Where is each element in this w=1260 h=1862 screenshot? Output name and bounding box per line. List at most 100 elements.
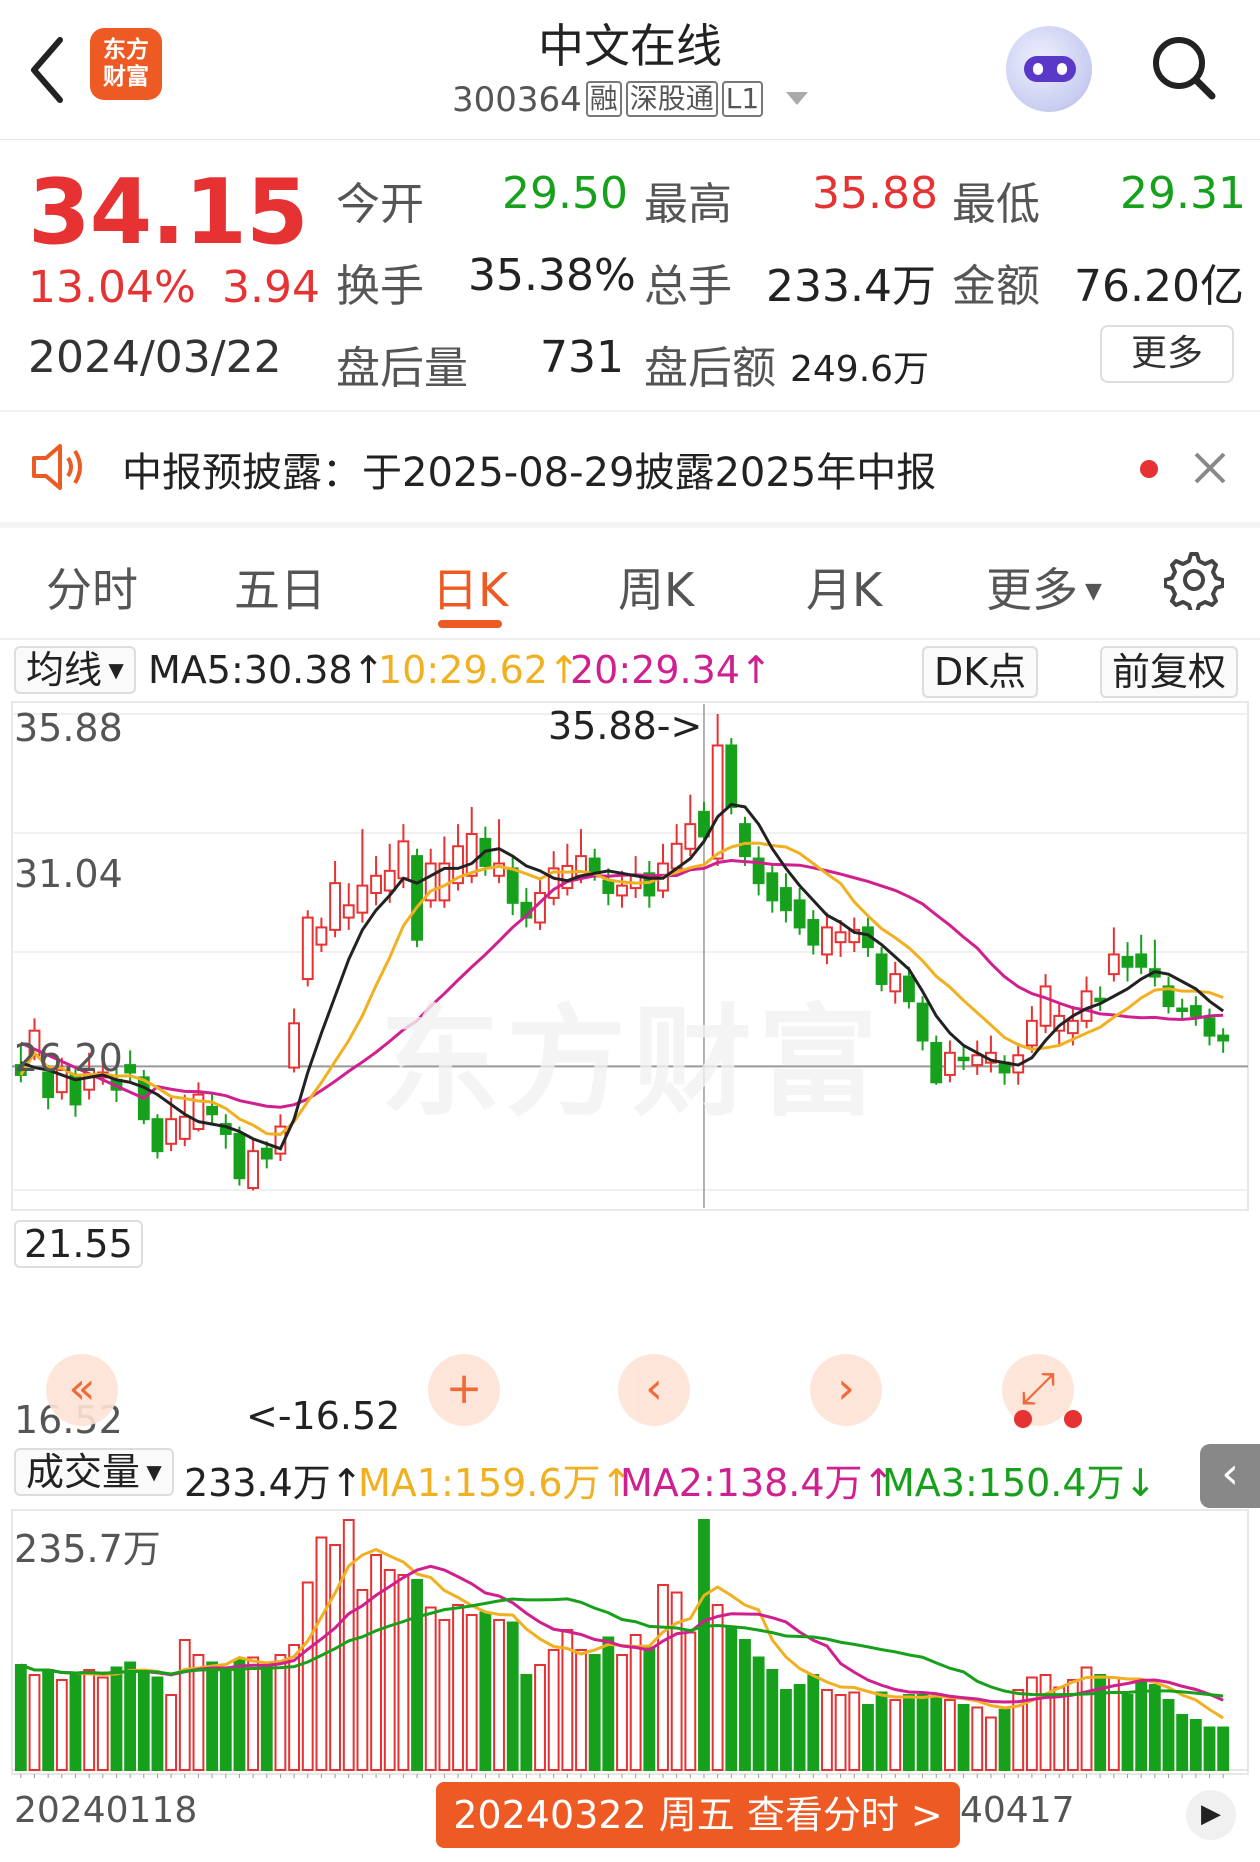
- candle-up: [165, 1118, 178, 1145]
- close-icon[interactable]: [1192, 450, 1228, 486]
- candle-down: [206, 1105, 219, 1116]
- candle-up: [1066, 1019, 1079, 1035]
- after-volume-value: 731: [540, 332, 624, 383]
- volume-bar-down: [602, 1636, 615, 1771]
- caret-down-icon: ▼: [1078, 579, 1102, 604]
- volume-bar-down: [903, 1694, 915, 1771]
- volume-bar-down: [506, 1621, 519, 1771]
- volume-bar-up: [943, 1699, 956, 1771]
- tab-monthly-k[interactable]: 月K: [806, 554, 882, 620]
- robot-assistant-icon[interactable]: [1006, 26, 1092, 112]
- candle-down: [903, 975, 915, 1003]
- tab-daily-k[interactable]: 日K: [432, 554, 508, 620]
- volume-bar-up: [192, 1654, 205, 1771]
- y-label-max: 35.88: [14, 706, 123, 750]
- zoom-in-icon[interactable]: +: [428, 1354, 500, 1426]
- volume-bar-down: [479, 1611, 492, 1771]
- volume-bar-down: [862, 1704, 874, 1771]
- tab-five-day[interactable]: 五日: [234, 554, 326, 620]
- volume-bar-down: [1189, 1719, 1202, 1771]
- volume-bar-up: [397, 1574, 410, 1771]
- candle-up: [247, 1150, 260, 1190]
- candle-up: [616, 884, 628, 897]
- volume-y-label: 235.7万: [14, 1527, 161, 1571]
- y-label: 31.04: [14, 852, 123, 896]
- after-amount-label: 盘后额: [644, 343, 776, 394]
- volume-bar-up: [301, 1581, 314, 1771]
- candle-down: [588, 857, 601, 875]
- current-price: 34.15: [28, 160, 309, 265]
- notice-text: 中报预披露：于2025-08-29披露2025年中报: [122, 450, 937, 496]
- volume-bar-down: [780, 1689, 792, 1771]
- candle-up: [301, 916, 314, 981]
- tab-weekly-k[interactable]: 周K: [618, 554, 694, 620]
- notice-bar[interactable]: 中报预披露：于2025-08-29披露2025年中报: [0, 412, 1260, 522]
- volume-bar-up: [288, 1644, 301, 1771]
- candle-down: [930, 1041, 943, 1084]
- volume-bar-down: [219, 1669, 232, 1771]
- candle-down: [506, 867, 519, 904]
- candle-up: [370, 874, 382, 894]
- volume-bar-down: [698, 1519, 710, 1771]
- volume-bar-down: [588, 1654, 601, 1771]
- low-value: 29.31: [1120, 168, 1246, 219]
- candle-up: [465, 832, 478, 877]
- vol-ma1: MA1:159.6万↑: [358, 1461, 633, 1505]
- ma-selector[interactable]: 均线 ▼: [14, 646, 136, 694]
- volume-bar-down: [725, 1626, 738, 1771]
- more-quote-button[interactable]: 更多: [1100, 325, 1234, 383]
- volume-bar-down: [1176, 1714, 1189, 1771]
- volume-bar-up: [670, 1591, 683, 1771]
- volume-bar-down: [14, 1664, 27, 1771]
- after-volume-label: 盘后量: [336, 343, 468, 394]
- rewind-icon[interactable]: «: [46, 1354, 118, 1426]
- volume-bar-down: [930, 1696, 943, 1771]
- candle-up: [288, 1022, 301, 1069]
- min-annotation: <-16.52: [246, 1394, 401, 1438]
- volume-bar-up: [83, 1669, 96, 1771]
- volume-selector[interactable]: 成交量 ▼: [14, 1448, 174, 1496]
- volume-bar-down: [137, 1671, 150, 1771]
- play-icon[interactable]: ▶: [1186, 1790, 1236, 1840]
- candle-down: [602, 879, 615, 894]
- chevron-right-icon[interactable]: ›: [810, 1354, 882, 1426]
- gear-icon[interactable]: [1164, 550, 1224, 610]
- candle-down: [766, 872, 779, 902]
- fullscreen-icon[interactable]: ⤢: [1002, 1354, 1074, 1426]
- candle-down: [780, 887, 792, 912]
- ma5-value: MA5:30.38↑: [148, 648, 385, 692]
- change-amt: 3.94: [222, 262, 320, 313]
- tab-more[interactable]: 更多 ▼: [986, 554, 1102, 620]
- candle-up: [397, 840, 410, 880]
- candle-down: [1203, 1017, 1216, 1037]
- volume-bar-up: [834, 1694, 847, 1771]
- volume-bar-up: [383, 1569, 396, 1771]
- tab-intraday[interactable]: 分时: [46, 554, 138, 620]
- volume-chart[interactable]: [0, 1508, 1260, 1778]
- view-intraday-button[interactable]: 20240322 周五 查看分时 >: [436, 1782, 960, 1848]
- candle-up: [1025, 1019, 1038, 1047]
- candle-down: [725, 744, 738, 808]
- volume-bar-down: [998, 1709, 1011, 1771]
- volume-bar-up: [684, 1631, 697, 1771]
- collapse-panel-icon[interactable]: ‹: [1200, 1444, 1260, 1508]
- candle-up: [315, 926, 328, 946]
- volume-bar-up: [452, 1604, 464, 1771]
- candle-up: [943, 1051, 956, 1076]
- volume-bar-up: [165, 1694, 178, 1771]
- candle-down: [916, 1002, 929, 1042]
- volume-bar-down: [752, 1656, 765, 1771]
- search-icon[interactable]: [1148, 32, 1218, 102]
- max-annotation: 35.88->: [548, 704, 703, 748]
- volume-bar-up: [55, 1679, 68, 1771]
- volume-bar-up: [629, 1634, 642, 1771]
- chevron-left-icon[interactable]: ‹: [618, 1354, 690, 1426]
- adjust-button[interactable]: 前复权: [1100, 646, 1239, 698]
- after-amount-value: 249.6万: [790, 349, 930, 390]
- volume-value: 233.4万: [766, 261, 936, 312]
- dk-point-button[interactable]: DK点: [922, 646, 1039, 698]
- volume-bar-up: [534, 1664, 546, 1771]
- volume-bar-up: [575, 1649, 587, 1771]
- ma10-value: 10:29.62↑: [378, 648, 580, 692]
- candle-up: [821, 926, 833, 956]
